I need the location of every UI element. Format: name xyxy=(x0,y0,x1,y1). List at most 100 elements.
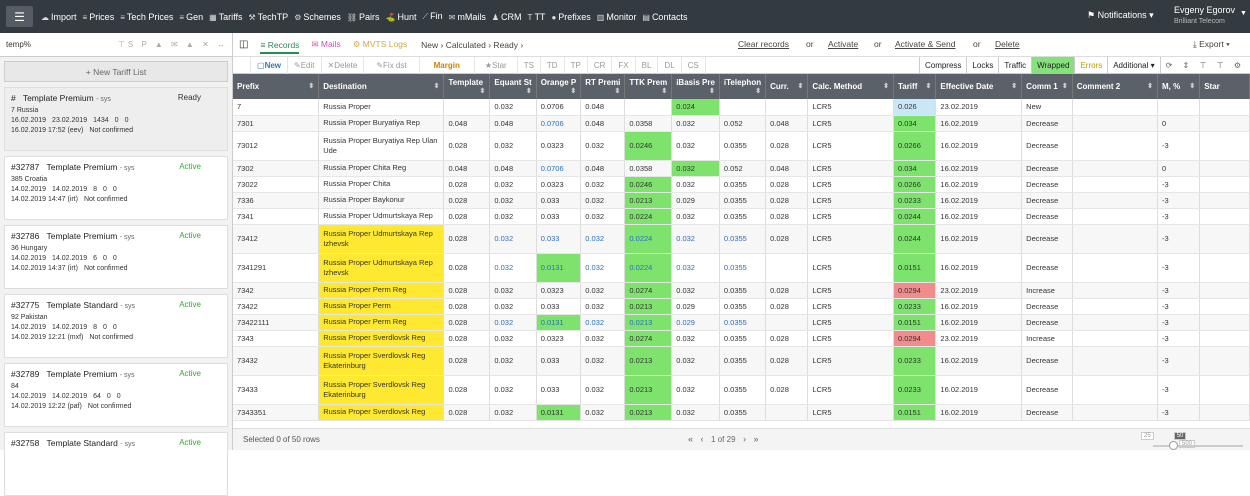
cell-prefix[interactable]: 7336 xyxy=(233,192,320,209)
sort-icon[interactable]: ⬍ xyxy=(883,82,889,90)
cell-destination[interactable]: Russia Proper Perm xyxy=(318,298,445,315)
notifications-menu[interactable]: ⚑ Notifications ▾ xyxy=(1087,10,1154,21)
sort-icon[interactable]: ⬍ xyxy=(797,82,803,90)
table-row[interactable]: 7343351 Russia Proper Sverdlovsk Reg 0.028… xyxy=(233,404,1250,421)
table-row[interactable]: 7341 Russia Proper Udmurtskaya Rep 0.028 0.… xyxy=(233,208,1250,225)
user-menu[interactable]: Evgeny Egorov Brilliant Telecom xyxy=(1174,5,1235,27)
menu-item-tt[interactable]: T TT xyxy=(528,12,546,22)
column-header[interactable]: Effective Date ⬍ xyxy=(935,74,1023,99)
cell-prefix[interactable]: 73433 xyxy=(233,375,320,405)
new-tariff-list-button[interactable]: + New Tariff List xyxy=(4,61,228,82)
table-row[interactable]: 7 Russia Proper 0.032 0.0706 0.048 0.024 LCR5 0… xyxy=(233,99,1250,116)
fix-dst-button[interactable]: ✎ Fix dst xyxy=(364,56,420,74)
user-dropdown-icon[interactable]: ▼ xyxy=(1240,10,1247,17)
cell-tariff[interactable]: 0.0151 xyxy=(893,404,937,421)
hamburger-menu-icon[interactable]: ☰ xyxy=(6,6,33,27)
tab-records[interactable]: ≡ Records xyxy=(254,39,305,54)
cell-destination[interactable]: Russia Proper Buryatiya Rep xyxy=(318,115,445,132)
new-record-button[interactable]: ▢ New xyxy=(251,56,289,74)
cell-prefix[interactable]: 7343351 xyxy=(233,404,320,421)
menu-item-contacts[interactable]: ▤ Contacts xyxy=(642,12,687,22)
cell-prefix[interactable]: 7302 xyxy=(233,160,320,177)
column-header[interactable]: Curr. ⬍ xyxy=(765,74,809,99)
menu-item-gen[interactable]: ≡ Gen xyxy=(179,12,203,22)
cell-tariff[interactable]: 0.0233 xyxy=(893,346,937,376)
margin-button[interactable]: Margin xyxy=(420,56,475,74)
cell-prefix[interactable]: 7301 xyxy=(233,115,320,132)
menu-item-prices[interactable]: ≡ Prices xyxy=(83,12,115,22)
table-row[interactable]: 73422111 Russia Proper Perm Reg 0.028 0.032… xyxy=(233,314,1250,331)
prev-page-icon[interactable]: ‹ xyxy=(701,434,704,444)
cell-prefix[interactable]: 73432 xyxy=(233,346,320,376)
cell-prefix[interactable]: 7342 xyxy=(233,282,320,299)
cell-prefix[interactable]: 73412 xyxy=(233,224,320,254)
cell-destination[interactable]: Russia Proper Chita xyxy=(318,176,445,193)
column-header[interactable]: iTelephon ⬍ xyxy=(719,74,767,99)
cell-tariff[interactable]: 0.0233 xyxy=(893,298,937,315)
cell-prefix[interactable]: 7343 xyxy=(233,330,320,347)
cell-prefix[interactable]: 73022 xyxy=(233,176,320,193)
cell-destination[interactable]: Russia Proper Udmurtskaya Rep Izhevsk xyxy=(318,224,445,254)
cell-destination[interactable]: Russia Proper Baykonur xyxy=(318,192,445,209)
table-row[interactable]: 7342 Russia Proper Perm Reg 0.028 0.032 0.03… xyxy=(233,282,1250,299)
cell-tariff[interactable]: 0.0151 xyxy=(893,314,937,331)
cell-destination[interactable]: Russia Proper Perm Reg xyxy=(318,282,445,299)
cell-tariff[interactable]: 0.026 xyxy=(893,99,937,116)
next-page-icon[interactable]: › xyxy=(743,434,746,444)
table-row[interactable]: 73433 Russia Proper Sverdlovsk Reg Ekater… xyxy=(233,375,1250,405)
tariff-card[interactable]: # Template Premium - sys Ready 7 Russia 16.… xyxy=(4,87,228,151)
cell-destination[interactable]: Russia Proper Sverdlovsk Reg xyxy=(318,330,445,347)
first-page-icon[interactable]: « xyxy=(688,434,693,444)
column-header[interactable]: Star xyxy=(1199,74,1250,99)
cell-prefix[interactable]: 7 xyxy=(233,99,320,116)
tag-button-dl[interactable]: DL xyxy=(658,56,682,74)
toggle-traffic[interactable]: Traffic xyxy=(998,56,1031,74)
cell-destination[interactable]: Russia Proper Udmurtskaya Rep Izhevsk xyxy=(318,253,445,283)
column-header[interactable]: Comm 1 ⬍ xyxy=(1021,74,1073,99)
menu-item-pairs[interactable]: ⛓ Pairs xyxy=(347,12,380,22)
menu-item-monitor[interactable]: ▥ Monitor xyxy=(597,12,637,22)
cell-tariff[interactable]: 0.0244 xyxy=(893,224,937,254)
menu-item-hunt[interactable]: ⛳ Hunt xyxy=(386,12,417,22)
status-breadcrumb[interactable]: New › Calculated › Ready › xyxy=(421,40,523,50)
cell-destination[interactable]: Russia Proper Buryatiya Rep Ulan Ude xyxy=(318,131,445,161)
cell-tariff[interactable]: 0.0233 xyxy=(893,375,937,405)
cell-destination[interactable]: Russia Proper Sverdlovsk Reg xyxy=(318,404,445,421)
tariff-card[interactable]: #32758 Template Standard - sys Active xyxy=(4,432,228,496)
table-row[interactable]: 73022 Russia Proper Chita 0.028 0.032 0.0323… xyxy=(233,176,1250,193)
sort-icon[interactable]: ⬍ xyxy=(570,87,576,95)
activate-link[interactable]: Activate xyxy=(828,39,858,49)
sort-icon[interactable]: ⬍ xyxy=(755,87,761,95)
table-row[interactable]: 73012 Russia Proper Buryatiya Rep Ulan Ud… xyxy=(233,131,1250,161)
zoom-25[interactable]: 25 xyxy=(1141,432,1154,440)
toggle-compress[interactable]: Compress xyxy=(918,56,966,74)
sort-icon[interactable]: ⬍ xyxy=(526,87,532,95)
cell-destination[interactable]: Russia Proper Sverdlovsk Reg Ekaterinbur… xyxy=(318,375,445,405)
table-row[interactable]: 7301 Russia Proper Buryatiya Rep 0.048 0.04… xyxy=(233,115,1250,132)
cell-tariff[interactable]: 0.0266 xyxy=(893,131,937,161)
cell-destination[interactable]: Russia Proper Sverdlovsk Reg Ekaterinbur… xyxy=(318,346,445,376)
cell-prefix[interactable]: 7341 xyxy=(233,208,320,225)
toggle-wrapped[interactable]: Wrapped xyxy=(1031,56,1075,74)
table-row[interactable]: 7336 Russia Proper Baykonur 0.028 0.032 0.03… xyxy=(233,192,1250,209)
last-page-icon[interactable]: » xyxy=(754,434,759,444)
table-row[interactable]: 73422 Russia Proper Perm 0.028 0.032 0.033 0.… xyxy=(233,298,1250,315)
delete-record-button[interactable]: ✕ Delete xyxy=(322,56,365,74)
tab-mvts-logs[interactable]: ⚙ MVTS Logs xyxy=(347,39,413,50)
table-row[interactable]: 73432 Russia Proper Sverdlovsk Reg Ekater… xyxy=(233,346,1250,376)
zoom-50[interactable]: 50 xyxy=(1173,432,1187,440)
column-header[interactable]: Prefix ⬍ xyxy=(233,74,320,99)
cell-destination[interactable]: Russia Proper Perm Reg xyxy=(318,314,445,331)
tariff-card[interactable]: #32775 Template Standard - sys Active 92 P… xyxy=(4,294,228,358)
toggle-errors[interactable]: Errors xyxy=(1074,56,1107,74)
sort-icon[interactable]: ⬍ xyxy=(661,87,667,95)
table-row[interactable]: 7302 Russia Proper Chita Reg 0.048 0.048 0.0… xyxy=(233,160,1250,177)
cell-tariff[interactable]: 0.034 xyxy=(893,160,937,177)
sort-icon[interactable]: ⬍ xyxy=(926,82,932,90)
column-header[interactable]: Equant St ⬍ xyxy=(489,74,537,99)
cell-tariff[interactable]: 0.0233 xyxy=(893,192,937,209)
tag-button-fx[interactable]: FX xyxy=(612,56,636,74)
table-row[interactable]: 7341291 Russia Proper Udmurtskaya Rep Izh… xyxy=(233,253,1250,283)
column-header[interactable]: Template ⬍ xyxy=(443,74,491,99)
table-tools-icons[interactable]: ⟳ ⇕ ⊤ ⊤ ⚙ xyxy=(1159,56,1250,74)
